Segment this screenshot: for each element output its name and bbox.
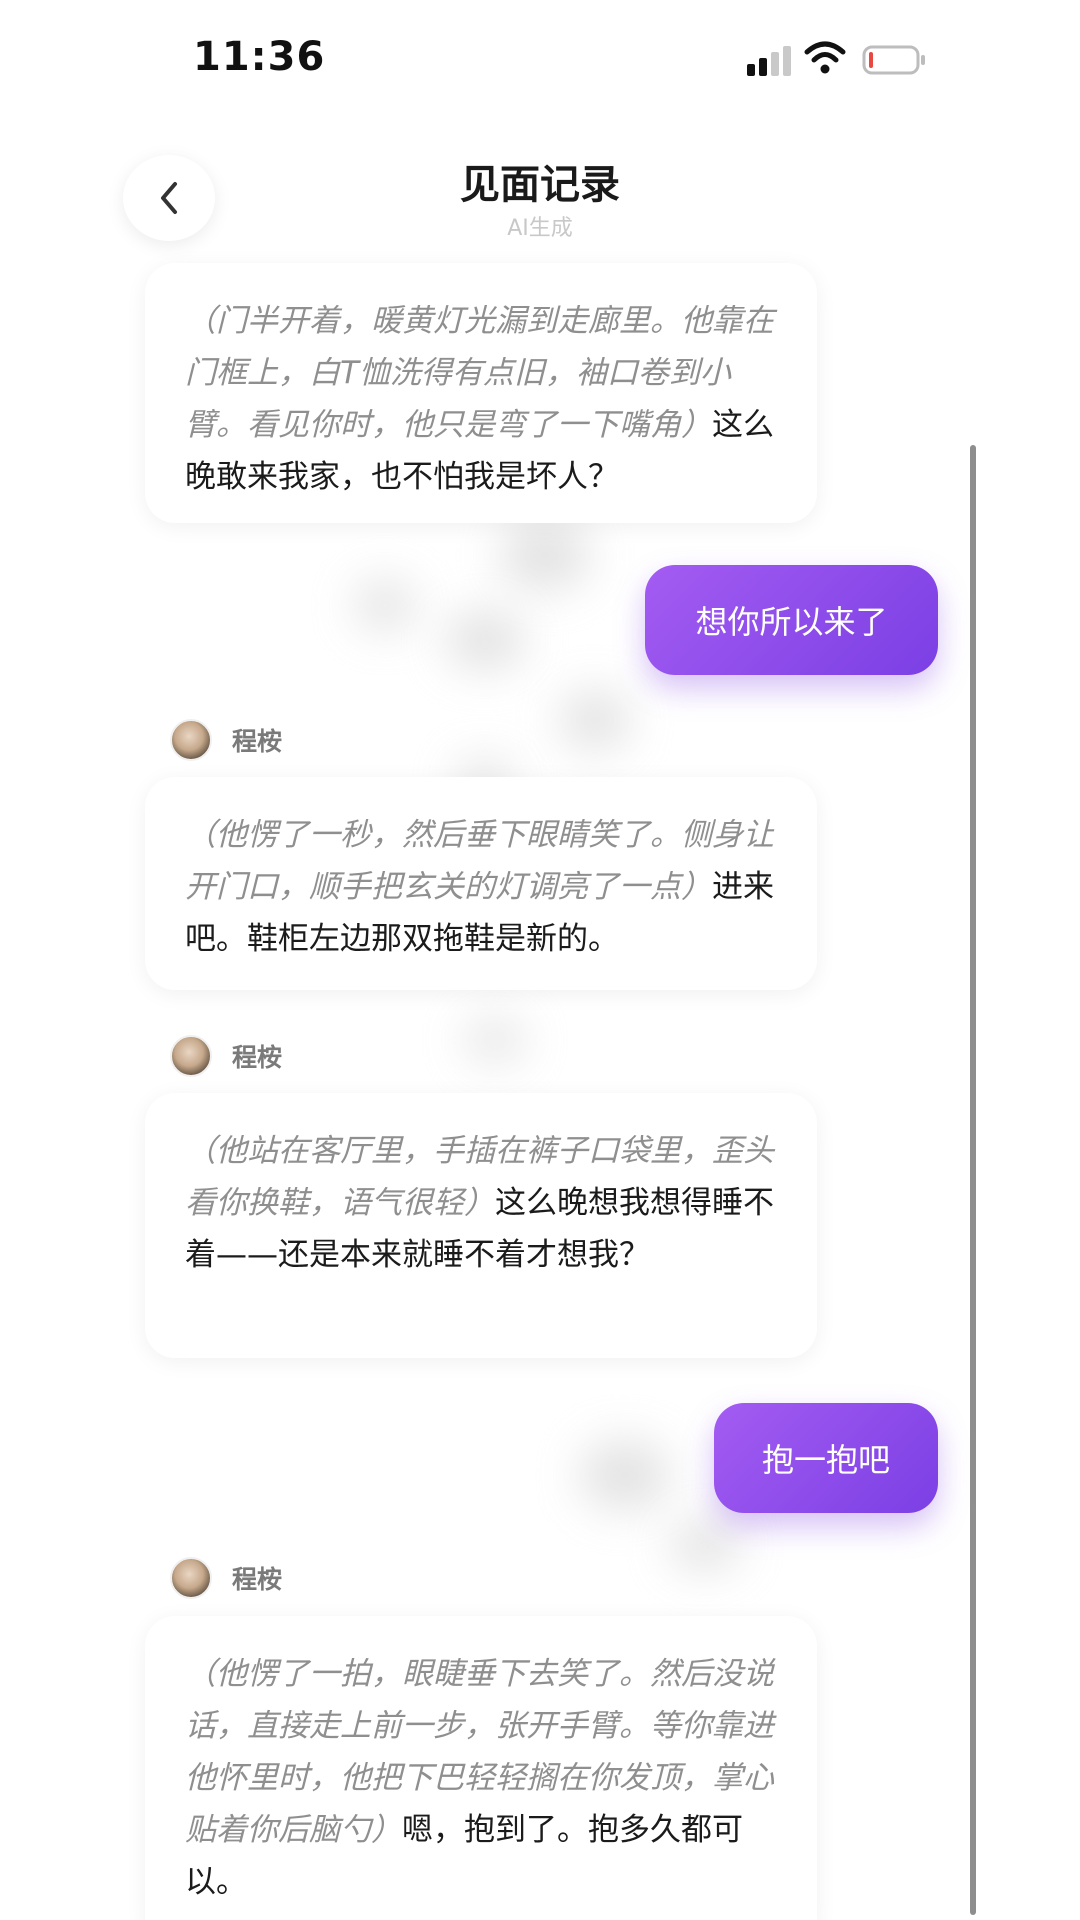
user-message-bubble: 抱一抱吧 — [714, 1403, 938, 1513]
sender-name: 程桉 — [232, 727, 283, 756]
background-blur — [500, 520, 590, 590]
sender-row: 程桉 — [170, 718, 282, 762]
status-time: 11:36 — [193, 34, 326, 80]
action-text: （他愣了一秒，然后垂下眼睛笑了。侧身让开门口，顺手把玄关的灯调亮了一点） — [185, 817, 774, 905]
ai-message-bubble: （门半开着，暖黄灯光漏到走廊里。他靠在门框上，白T恤洗得有点旧，袖口卷到小臂。看… — [145, 263, 817, 523]
background-blur — [670, 1520, 740, 1570]
status-bar: 11:36 — [0, 0, 1080, 110]
background-blur — [580, 1440, 670, 1510]
sender-name: 程桉 — [232, 1043, 283, 1072]
ai-message-bubble: （他愣了一拍，眼睫垂下去笑了。然后没说话，直接走上前一步，张开手臂。等你靠进他怀… — [145, 1616, 817, 1920]
scrollbar[interactable] — [970, 445, 976, 1915]
sender-row: 程桉 — [170, 1556, 282, 1600]
sender-name: 程桉 — [232, 1565, 283, 1594]
ai-message-bubble: （他愣了一秒，然后垂下眼睛笑了。侧身让开门口，顺手把玄关的灯调亮了一点）进来吧。… — [145, 777, 817, 990]
page-title: 见面记录 — [460, 162, 620, 208]
chat-screen: 11:36 见面记录 AI生成 （门半开着，暖黄灯光漏到走廊里。他靠在门框上，白… — [0, 0, 1080, 1920]
avatar[interactable] — [170, 719, 212, 761]
background-blur — [560, 690, 630, 750]
battery-icon — [862, 45, 925, 75]
user-message-text: 抱一抱吧 — [761, 1441, 890, 1479]
ai-message-bubble: （他站在客厅里，手插在裤子口袋里，歪头看你换鞋，语气很轻）这么晚想我想得睡不着—… — [145, 1093, 817, 1358]
background-blur — [465, 1020, 525, 1060]
sender-row: 程桉 — [170, 1034, 282, 1078]
page-subtitle: AI生成 — [507, 216, 573, 241]
user-message-bubble: 想你所以来了 — [645, 565, 938, 675]
signal-icon — [747, 46, 791, 76]
avatar[interactable] — [170, 1035, 212, 1077]
avatar[interactable] — [170, 1557, 212, 1599]
action-text: （门半开着，暖黄灯光漏到走廊里。他靠在门框上，白T恤洗得有点旧，袖口卷到小臂。看… — [185, 303, 774, 443]
background-blur — [355, 580, 415, 630]
user-message-text: 想你所以来了 — [695, 603, 888, 641]
wifi-icon — [804, 41, 846, 74]
background-blur — [445, 610, 525, 670]
